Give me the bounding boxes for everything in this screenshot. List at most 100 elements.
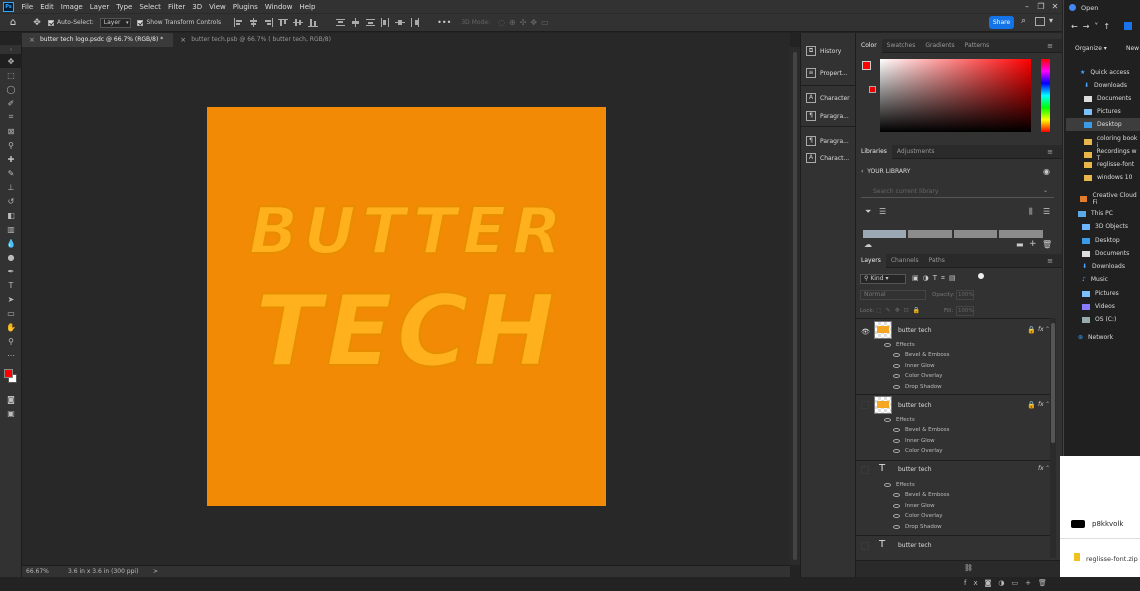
chevron-down-icon[interactable]: ⌄	[1043, 187, 1048, 194]
eye-icon[interactable]	[884, 482, 891, 487]
visibility-toggle-empty[interactable]	[861, 542, 869, 550]
library-item[interactable]	[999, 230, 1043, 238]
minimize-icon[interactable]: –	[1020, 0, 1034, 13]
pen-tool-icon[interactable]: ✒	[0, 264, 22, 278]
status-menu-arrow[interactable]: >	[153, 568, 158, 575]
profile-avatar[interactable]	[1071, 520, 1085, 528]
type-tool-icon[interactable]: T	[0, 278, 22, 292]
tab-libraries[interactable]: Libraries	[856, 144, 892, 159]
align-middle-icon[interactable]	[293, 18, 304, 27]
nav-desktop[interactable]: Desktop	[1084, 121, 1122, 128]
menu-help[interactable]: Help	[296, 3, 319, 11]
menu-select[interactable]: Select	[136, 3, 165, 11]
menu-edit[interactable]: Edit	[37, 3, 58, 11]
nav-network[interactable]: ⊛ Network	[1078, 334, 1113, 341]
nav-music[interactable]: ♪ Music	[1082, 276, 1108, 283]
panel-paragraph-styles[interactable]: ¶ Paragra...	[801, 130, 855, 152]
nav-desktop[interactable]: Desktop	[1082, 237, 1120, 244]
effect-row[interactable]: Bevel & Emboss	[893, 352, 950, 358]
trash-icon[interactable]: 🗑	[1042, 240, 1052, 249]
zoom-level[interactable]: 66.67%	[22, 568, 58, 575]
eye-icon[interactable]	[893, 384, 900, 389]
maximize-icon[interactable]: ❐	[1034, 0, 1048, 13]
auto-select-option[interactable]: Auto-Select:	[48, 19, 94, 26]
eye-icon[interactable]	[893, 438, 900, 443]
foreground-color-chip[interactable]	[862, 61, 871, 70]
tab-patterns[interactable]: Patterns	[960, 39, 995, 53]
quick-select-tool-icon[interactable]: ✐	[0, 96, 22, 110]
nav-os-drive[interactable]: OS (C:)	[1082, 316, 1116, 323]
effect-row[interactable]: Inner Glow	[893, 363, 935, 369]
menu-layer[interactable]: Layer	[86, 3, 113, 11]
artboard[interactable]: BUTTER TECH	[207, 107, 606, 506]
panel-menu-icon[interactable]: ≡	[1042, 39, 1058, 53]
menu-view[interactable]: View	[206, 3, 230, 11]
layer-kind-filter[interactable]: ⚲ Kind ▾	[860, 274, 906, 284]
distribute-horizontal-icon[interactable]	[395, 18, 406, 27]
library-item[interactable]	[954, 230, 997, 238]
panel-character-styles[interactable]: A Charact...	[801, 152, 855, 164]
layer-filter-icons[interactable]: ▣◑T⌗▤	[912, 274, 960, 283]
nav-videos[interactable]: Videos	[1082, 303, 1115, 310]
distribute-left-icon[interactable]	[380, 18, 391, 27]
marquee-tool-icon[interactable]: ⬚	[0, 68, 22, 82]
eye-icon[interactable]	[893, 513, 900, 518]
nav-downloads[interactable]: ⬇ Downloads	[1084, 82, 1127, 89]
menu-filter[interactable]: Filter	[164, 3, 188, 11]
library-item[interactable]	[863, 230, 906, 238]
visibility-toggle-empty[interactable]	[861, 466, 869, 474]
tab-gradients[interactable]: Gradients	[920, 39, 959, 53]
nav-creative-cloud[interactable]: Creative Cloud Fi	[1080, 192, 1140, 206]
eye-icon[interactable]	[884, 417, 891, 422]
effect-row[interactable]: Color Overlay	[893, 373, 943, 379]
menu-image[interactable]: Image	[57, 3, 86, 11]
move-tool-icon[interactable]: ✥	[26, 18, 48, 28]
fx-icon[interactable]: fx	[1038, 326, 1044, 333]
effect-row[interactable]: Inner Glow	[893, 438, 935, 444]
panel-menu-icon[interactable]: ≡	[1042, 254, 1058, 268]
color-swatches[interactable]	[0, 362, 22, 392]
layer-name[interactable]: butter tech	[898, 542, 932, 549]
workspace-dropdown-icon[interactable]: ▾	[1049, 16, 1053, 25]
color-saturation-field[interactable]	[880, 59, 1031, 132]
path-select-tool-icon[interactable]: ➤	[0, 292, 22, 306]
fill-input[interactable]: 100%	[956, 306, 974, 316]
grid-view-icon[interactable]: ⫼	[1029, 207, 1033, 217]
home-icon[interactable]: ⌂	[0, 17, 26, 28]
library-search-input[interactable]: Search current library	[861, 185, 1054, 198]
tab-close-icon[interactable]: ×	[180, 33, 186, 47]
distribute-vertical-icon[interactable]	[350, 18, 361, 27]
tab-layers[interactable]: Layers	[856, 253, 886, 268]
eye-icon[interactable]	[893, 373, 900, 378]
show-transform-option[interactable]: Show Transform Controls	[137, 19, 221, 26]
align-bottom-icon[interactable]	[308, 18, 319, 27]
scroll-thumb[interactable]	[1051, 323, 1055, 443]
eye-icon[interactable]	[893, 448, 900, 453]
quick-mask-icon[interactable]: ◙	[0, 392, 22, 406]
nav-pictures[interactable]: Pictures	[1084, 108, 1121, 115]
eraser-tool-icon[interactable]: ◧	[0, 208, 22, 222]
rectangle-tool-icon[interactable]: ▭	[0, 306, 22, 320]
distribute-top-icon[interactable]	[335, 18, 346, 27]
effect-row[interactable]: Drop Shadow	[893, 384, 942, 390]
tab-paths[interactable]: Paths	[924, 254, 950, 268]
effect-row[interactable]: Inner Glow	[893, 503, 935, 509]
history-brush-icon[interactable]: ↺	[0, 194, 22, 208]
workspace-icon[interactable]	[1035, 17, 1045, 26]
move-tool-icon[interactable]: ✥	[0, 54, 22, 68]
layer-name[interactable]: butter tech	[898, 402, 932, 409]
blur-tool-icon[interactable]: 💧	[0, 236, 22, 250]
explorer-nav-icons[interactable]: ←→˅↑	[1071, 22, 1115, 31]
nav-folder[interactable]: coloring book i	[1084, 135, 1140, 149]
align-right-icon[interactable]	[263, 18, 274, 27]
nav-3d-objects[interactable]: 3D Objects	[1082, 223, 1128, 230]
lasso-tool-icon[interactable]: ◯	[0, 82, 22, 96]
panel-paragraph[interactable]: ¶ Paragra...	[801, 109, 855, 123]
hue-slider[interactable]	[1041, 59, 1050, 132]
visibility-eye-icon[interactable]: 👁	[861, 328, 870, 336]
crop-tool-icon[interactable]: ⌗	[0, 110, 22, 124]
search-icon[interactable]: ⌕	[1021, 16, 1026, 26]
nav-folder[interactable]: Recordings w T	[1084, 148, 1140, 162]
nav-documents[interactable]: Documents	[1084, 95, 1131, 102]
panel-menu-icon[interactable]: ≡	[1042, 145, 1058, 159]
